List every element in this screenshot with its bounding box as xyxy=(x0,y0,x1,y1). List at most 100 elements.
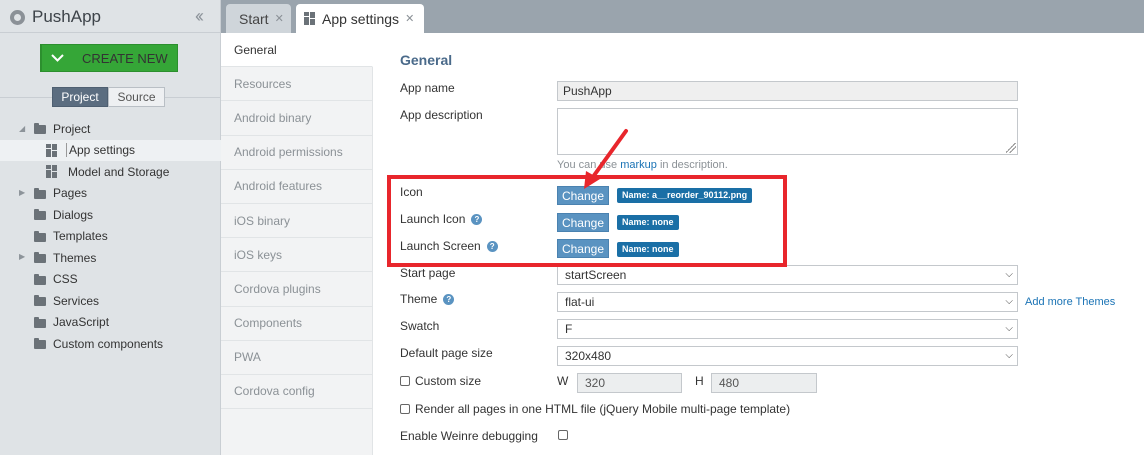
tree-item-model-storage[interactable]: Model and Storage xyxy=(0,161,221,183)
tab-app-settings[interactable]: App settings ✕ xyxy=(296,4,424,33)
folder-icon xyxy=(34,316,46,328)
nav-resources[interactable]: Resources xyxy=(221,67,372,102)
close-icon[interactable]: ✕ xyxy=(405,12,414,25)
tree-item-label: JavaScript xyxy=(53,315,110,330)
tree-item-services[interactable]: Services xyxy=(0,290,221,312)
page-icon xyxy=(46,165,57,178)
width-input[interactable]: 320 xyxy=(577,373,682,393)
default-page-size-select[interactable]: 320x480 ⌵ xyxy=(557,346,1018,366)
help-icon[interactable]: ? xyxy=(471,214,483,225)
chevron-down-icon: ⌵ xyxy=(1005,350,1013,361)
tree-item-custom-components[interactable]: Custom components xyxy=(0,333,221,355)
start-page-select[interactable]: startScreen ⌵ xyxy=(557,265,1018,285)
folder-icon xyxy=(34,187,46,199)
nav-android-permissions[interactable]: Android permissions xyxy=(221,136,372,170)
caret-right-icon[interactable]: ▶ xyxy=(19,188,25,197)
nav-ios-binary[interactable]: iOS binary xyxy=(221,204,372,239)
launch-screen-name-badge: Name: none xyxy=(617,242,679,257)
hint-text: You can use xyxy=(557,159,621,171)
tree-item-label: Templates xyxy=(53,229,108,244)
tree-item-project[interactable]: ◢ Project xyxy=(0,118,221,140)
nav-android-binary[interactable]: Android binary xyxy=(221,101,372,136)
help-icon[interactable]: ? xyxy=(486,241,498,252)
change-icon-button[interactable]: Change xyxy=(557,186,609,205)
create-new-label: CREATE NEW xyxy=(82,50,168,66)
sidebar: PushApp ‹‹ CREATE NEW Project Source ◢ P… xyxy=(0,0,221,455)
tab-start[interactable]: Start ✕ xyxy=(226,4,291,33)
tab-source[interactable]: Source xyxy=(108,87,165,107)
close-icon[interactable]: ✕ xyxy=(275,12,284,25)
select-value: 320x480 xyxy=(565,349,612,363)
chevron-down-icon: ⌵ xyxy=(1005,323,1013,334)
swatch-select[interactable]: F ⌵ xyxy=(557,319,1018,339)
project-tree: ◢ Project App settings Model and Storage… xyxy=(0,118,221,355)
icon-label: Icon xyxy=(400,185,423,199)
collapse-sidebar-icon[interactable]: ‹‹ xyxy=(195,6,204,27)
tree-item-javascript[interactable]: JavaScript xyxy=(0,312,221,334)
nav-general[interactable]: General xyxy=(221,33,373,68)
height-label: H xyxy=(695,374,704,388)
nav-components[interactable]: Components xyxy=(221,307,372,341)
width-label: W xyxy=(557,374,569,388)
custom-size-text: Custom size xyxy=(415,374,482,388)
chevron-down-icon: ⌵ xyxy=(1005,269,1013,280)
help-icon[interactable]: ? xyxy=(443,294,455,305)
editor-tab-bar: Start ✕ App settings ✕ xyxy=(221,0,1144,33)
nav-android-features[interactable]: Android features xyxy=(221,170,372,204)
icon-name-badge: Name: a__reorder_90112.png xyxy=(617,188,753,203)
app-description-label: App description xyxy=(400,108,483,122)
nav-cordova-plugins[interactable]: Cordova plugins xyxy=(221,272,372,307)
launch-icon-name-badge: Name: none xyxy=(617,215,679,230)
weinre-label: Enable Weinre debugging xyxy=(400,429,538,443)
tree-item-label: Project xyxy=(53,121,91,136)
folder-icon xyxy=(34,230,46,242)
app-name: PushApp xyxy=(32,7,101,26)
caret-down-icon[interactable]: ◢ xyxy=(19,124,25,133)
divider xyxy=(0,32,221,33)
markup-link[interactable]: markup xyxy=(620,159,657,171)
settings-nav: General Resources Android binary Android… xyxy=(221,33,373,455)
nav-ios-keys[interactable]: iOS keys xyxy=(221,238,372,273)
custom-size-option[interactable]: Custom size xyxy=(400,374,481,388)
custom-size-checkbox[interactable] xyxy=(400,376,410,386)
tree-item-templates[interactable]: Templates xyxy=(0,226,221,248)
height-input[interactable]: 480 xyxy=(711,373,817,393)
render-all-checkbox[interactable] xyxy=(400,404,410,414)
tree-item-themes[interactable]: ▶ Themes xyxy=(0,247,221,269)
change-launch-screen-button[interactable]: Change xyxy=(557,239,609,258)
app-name-input[interactable]: PushApp xyxy=(557,81,1018,101)
folder-icon xyxy=(34,209,46,220)
tree-item-label: Custom components xyxy=(53,336,164,351)
tree-item-css[interactable]: CSS xyxy=(0,269,221,291)
create-new-button[interactable]: CREATE NEW xyxy=(40,44,178,72)
tab-label: App settings xyxy=(322,10,400,27)
nav-cordova-config[interactable]: Cordova config xyxy=(221,375,372,410)
change-launch-icon-button[interactable]: Change xyxy=(557,213,609,232)
folder-icon xyxy=(34,338,46,349)
tree-item-label: Services xyxy=(53,293,100,308)
resize-grip-icon[interactable] xyxy=(1006,143,1016,153)
tree-item-dialogs[interactable]: Dialogs xyxy=(0,204,221,226)
render-all-text: Render all pages in one HTML file (jQuer… xyxy=(415,402,791,416)
hint-text: in description. xyxy=(656,159,728,171)
launch-icon-label: Launch Icon? xyxy=(400,212,483,226)
tree-item-app-settings[interactable]: App settings xyxy=(0,139,221,161)
tree-item-pages[interactable]: ▶ Pages xyxy=(0,183,221,205)
tree-item-label: App settings xyxy=(66,143,135,158)
app-title: PushApp xyxy=(10,6,101,28)
theme-text: Theme xyxy=(400,292,438,306)
nav-pwa[interactable]: PWA xyxy=(221,341,372,375)
select-value: F xyxy=(565,322,573,336)
add-more-themes-link[interactable]: Add more Themes xyxy=(1025,296,1115,308)
tab-label: Start xyxy=(239,10,269,27)
description-hint: You can use markup in description. xyxy=(557,159,728,171)
app-logo-icon xyxy=(10,9,25,25)
folder-icon xyxy=(34,273,46,285)
render-all-option[interactable]: Render all pages in one HTML file (jQuer… xyxy=(400,402,790,416)
caret-right-icon[interactable]: ▶ xyxy=(19,252,25,261)
swatch-label: Swatch xyxy=(400,319,440,333)
weinre-checkbox[interactable] xyxy=(558,430,568,440)
app-description-input[interactable] xyxy=(557,108,1018,155)
theme-select[interactable]: flat-ui ⌵ xyxy=(557,292,1018,312)
tab-project[interactable]: Project xyxy=(52,87,108,107)
